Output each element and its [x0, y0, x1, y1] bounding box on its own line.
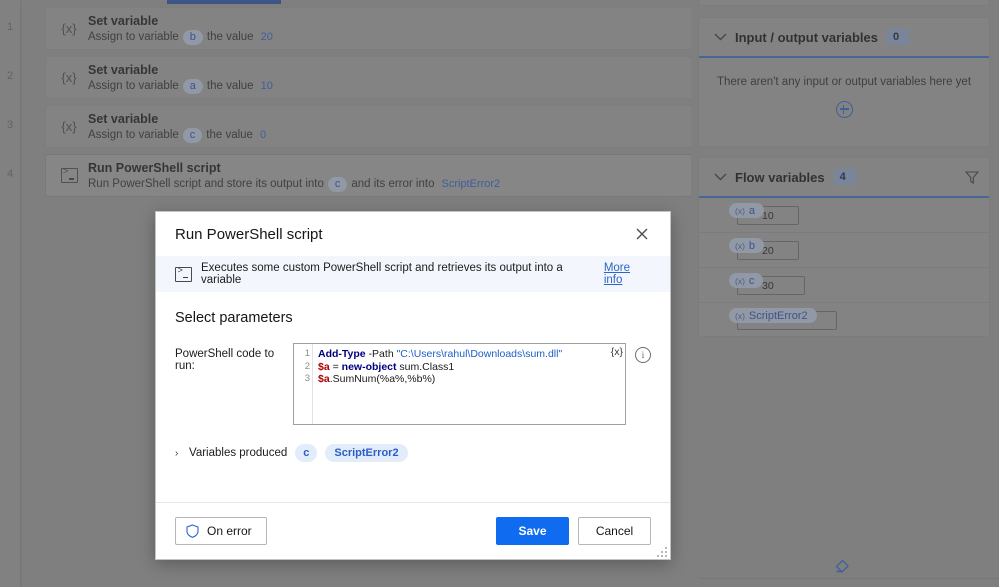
- close-icon[interactable]: [630, 222, 654, 246]
- powershell-code-label: PowerShell code to run:: [175, 348, 275, 372]
- dialog-footer: On error Save Cancel: [156, 502, 670, 559]
- on-error-label: On error: [207, 524, 252, 538]
- resize-grip-icon[interactable]: [657, 547, 667, 557]
- chevron-right-icon[interactable]: ›: [175, 448, 189, 459]
- banner-text: Executes some custom PowerShell script a…: [201, 262, 563, 286]
- app-window: 1 2 3 4 {x} Set variable Assign to varia…: [0, 0, 999, 587]
- more-info-link[interactable]: More info: [604, 262, 651, 286]
- save-button[interactable]: Save: [496, 517, 569, 545]
- code-line-number: 2: [304, 360, 310, 372]
- code-line-number-gutter: 1 2 3: [294, 344, 313, 424]
- code-line-number: 1: [304, 348, 310, 359]
- powershell-code-field-row: PowerShell code to run: 1 2 3 Add-Type -…: [175, 343, 651, 425]
- produced-variable-chip: c: [295, 444, 318, 462]
- variable-picker-icon[interactable]: {x}: [611, 346, 623, 358]
- dialog-header: Run PowerShell script: [156, 212, 670, 256]
- powershell-code-input[interactable]: 1 2 3 Add-Type -Path "C:\Users\rahul\Dow…: [293, 343, 626, 425]
- on-error-button[interactable]: On error: [175, 517, 267, 545]
- powershell-icon: [175, 266, 192, 282]
- dialog-body: Select parameters PowerShell code to run…: [156, 292, 670, 502]
- code-content[interactable]: Add-Type -Path "C:\Users\rahul\Downloads…: [313, 344, 625, 424]
- code-line-number: 3: [304, 373, 310, 384]
- dialog-title: Run PowerShell script: [175, 225, 323, 243]
- run-powershell-script-dialog: Run PowerShell script Executes some cust…: [155, 211, 671, 560]
- variables-produced-section[interactable]: › Variables produced c ScriptError2: [175, 444, 651, 462]
- dialog-info-banner: Executes some custom PowerShell script a…: [156, 256, 670, 292]
- shield-icon: [186, 524, 199, 538]
- section-title: Select parameters: [175, 310, 293, 326]
- powershell-code-editor-wrap: 1 2 3 Add-Type -Path "C:\Users\rahul\Dow…: [293, 343, 626, 425]
- variables-produced-label: Variables produced: [189, 447, 288, 459]
- info-icon[interactable]: i: [635, 347, 651, 363]
- produced-variable-chip: ScriptError2: [325, 444, 408, 462]
- cancel-button[interactable]: Cancel: [578, 517, 651, 545]
